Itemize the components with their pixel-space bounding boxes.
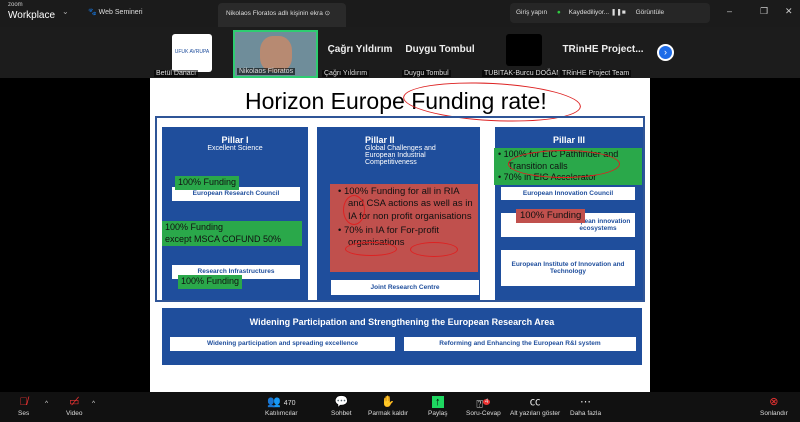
cc-icon: ㏄ (529, 396, 541, 408)
funding-note-line: 100% Funding (165, 222, 224, 232)
funding-note-line: except MSCA COFUND 50% (165, 233, 282, 244)
pillar-title: Pillar III (552, 135, 585, 145)
participant-blank-video (506, 34, 542, 66)
participant-display-name: Duygu Tombul (405, 44, 475, 55)
shared-slide: Horizon Europe Funding rate! Pillar I Ex… (150, 78, 650, 394)
participant-name: Duygu Tombul (402, 70, 451, 77)
meeting-toolbar: 🎙̸ Ses ^ ▭̸ Video ^ 👥 470 Katılımcılar 💬 Soh… (0, 392, 800, 422)
funding-note: 100% Funding (178, 275, 243, 289)
more-icon: ⋯ (580, 396, 592, 408)
qa-badge: 4 (482, 399, 491, 405)
participant-name: TUBITAK-Burcu DOĞAN (482, 70, 564, 77)
participant-video (260, 36, 292, 72)
programme-box: Reforming and Enhancing the European R&I… (404, 337, 636, 351)
video-options-caret[interactable]: ^ (92, 400, 95, 407)
share-tab-label: Nikolaos Floratos adlı kişinin ekra (226, 10, 323, 17)
share-tab[interactable]: Nikolaos Floratos adlı kişinin ekra ⊙ (218, 3, 346, 27)
participants-label: Katılımcılar (265, 410, 298, 417)
share-button[interactable]: ↑ Paylaş (428, 394, 448, 417)
annotation-ellipse (410, 242, 458, 257)
participant-logo: UFUK AVRUPA (172, 34, 212, 72)
funding-note: 100% Funding (516, 209, 586, 224)
participant-display-name: TRinHE Project... (562, 44, 644, 55)
participant-tile[interactable]: UFUK AVRUPA Betül Danacı (152, 30, 232, 78)
end-label: Sonlandır (760, 410, 788, 417)
slide-title-part: Horizon Europe (245, 88, 412, 114)
funding-note: 100% Funding (175, 176, 240, 190)
participant-tile-active-speaker[interactable]: Nikolaos Floratos (233, 30, 318, 78)
next-page-icon[interactable]: › (657, 44, 674, 61)
mic-muted-icon: 🎙̸ (19, 396, 28, 408)
participants-icon: 👥 470 (267, 396, 296, 408)
participant-name: TRinHE Project Team (560, 70, 632, 77)
qa-button[interactable]: ⍰ 4 Soru-Cevap (466, 394, 501, 417)
programme-box: Joint Research Centre (331, 280, 479, 295)
participant-tile[interactable]: TUBITAK-Burcu DOĞAN (480, 30, 564, 78)
paw-icon: 🐾 (88, 9, 97, 16)
brand: Workplace (8, 10, 56, 21)
brand-top: zoom (8, 2, 23, 8)
participants-button[interactable]: 👥 470 Katılımcılar (265, 394, 298, 417)
minimize-icon[interactable]: – (727, 6, 732, 16)
pillar-title: Pillar II (365, 135, 395, 145)
captions-label: Alt yazıları göster (510, 410, 561, 417)
webinar-label: Web Semineri (98, 9, 143, 16)
qa-label: Soru-Cevap (466, 410, 501, 417)
programme-box: European Innovation Council (501, 187, 635, 200)
section-title: Widening Participation and Strengthening… (249, 317, 555, 327)
participant-name: Betül Danacı (154, 70, 199, 77)
annotation-ellipse (345, 242, 397, 256)
recording-label: Kaydediliyor... (568, 9, 610, 16)
annotation-ellipse (508, 150, 620, 178)
more-label: Daha fazla (570, 410, 602, 417)
funding-note: 100% Funding except MSCA COFUND 50% (162, 221, 302, 247)
more-button[interactable]: ⋯ Daha fazla (570, 394, 601, 417)
sign-in-link[interactable]: Giriş yapın (516, 9, 547, 16)
chat-icon: 💬 (334, 396, 349, 408)
view-button[interactable]: Görüntüle (636, 9, 665, 16)
restore-icon[interactable]: ❐ (760, 6, 768, 17)
share-icon: ↑ (428, 394, 448, 410)
audio-label: Ses (18, 410, 30, 417)
video-off-icon: ▭̸ (69, 396, 80, 408)
pause-icon[interactable]: ❚❚ (611, 9, 622, 16)
annotation-ellipse (343, 195, 365, 225)
more-icon[interactable]: ⊙ (325, 10, 330, 17)
captions-button[interactable]: ㏄ Alt yazıları göster (510, 394, 560, 417)
end-button[interactable]: ⊗ Sonlandır (760, 394, 788, 417)
qa-icon: ⍰ 4 (476, 398, 491, 411)
stop-icon[interactable]: ■ (622, 9, 626, 16)
widening-section: Widening Participation and Strengthening… (162, 308, 642, 365)
pillar-title: Pillar I (221, 135, 249, 145)
participant-name: Nikolaos Floratos (237, 68, 296, 75)
chevron-down-icon[interactable]: ⌄ (62, 7, 69, 16)
participant-count: 470 (283, 400, 296, 407)
participant-tile[interactable]: Çağrı Yıldırım Çağrı Yıldırım (320, 30, 400, 78)
video-button[interactable]: ▭̸ Video (66, 394, 83, 417)
shield-check-icon: ● (556, 9, 561, 16)
video-label: Video (66, 410, 83, 417)
participant-tile[interactable]: Duygu Tombul Duygu Tombul (400, 30, 480, 78)
programme-box: Widening participation and spreading exc… (170, 337, 395, 351)
raise-hand-label: Parmak kaldır (368, 410, 409, 417)
audio-button[interactable]: 🎙̸ Ses (18, 394, 29, 417)
participant-display-name: Çağrı Yıldırım (327, 44, 393, 55)
pillar-subtitle: Excellent Science (207, 145, 263, 152)
share-label: Paylaş (428, 410, 448, 417)
end-icon: ⊗ (769, 396, 779, 408)
pillar-subtitle: Global Challenges and European Industria… (365, 145, 436, 166)
audio-options-caret[interactable]: ^ (45, 400, 48, 407)
title-bar: zoom Workplace ⌄ 🐾 Web Semineri Nikolaos… (0, 0, 800, 27)
participant-tile[interactable]: TRinHE Project... TRinHE Project Team (558, 30, 648, 78)
hand-icon: ✋ (381, 396, 395, 408)
chat-button[interactable]: 💬 Sohbet (331, 394, 352, 417)
participant-name: Çağrı Yıldırım (322, 70, 370, 77)
close-icon[interactable]: ✕ (785, 6, 793, 17)
chat-label: Sohbet (331, 410, 352, 417)
webinar-tab[interactable]: 🐾 Web Semineri (88, 8, 143, 16)
programme-box: European Institute of Innovation and Tec… (501, 250, 635, 286)
funding-bullet: • 100% Funding for all in RIA and CSA ac… (338, 186, 473, 222)
raise-hand-button[interactable]: ✋ Parmak kaldır (368, 394, 408, 417)
